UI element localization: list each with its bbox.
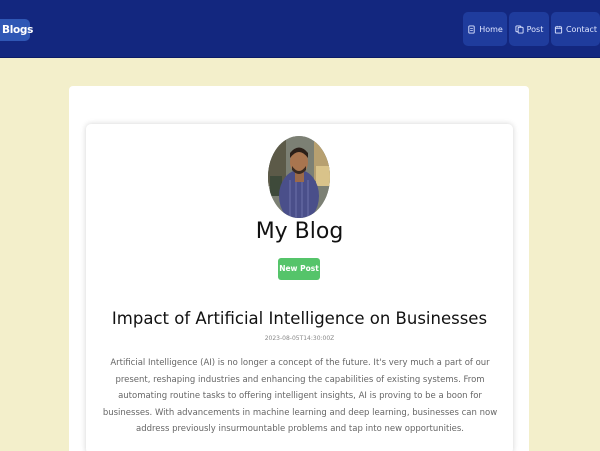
profile-photo [268,136,330,218]
nav-contact-label: Contact [565,24,598,34]
calendar-icon [554,25,563,34]
nav-home-label: Home [479,24,503,34]
nav-home-button[interactable]: Home [463,12,507,46]
nav-contact-button[interactable]: Contact [551,12,600,46]
page-title: My Blog [255,219,344,244]
post-title[interactable]: Impact of Artificial Intelligence on Bus… [86,306,513,332]
avatar [268,136,330,218]
new-post-button[interactable]: New Post [278,258,320,280]
document-icon [468,24,475,34]
copy-icon [515,24,524,34]
nav-post-button[interactable]: Post [509,12,549,46]
post-date: 2023-08-05T14:30:00Z [264,335,335,342]
nav-post-label: Post [526,24,544,34]
navbar: Blogs Home Post Contact [0,0,600,58]
brand-logo[interactable]: Blogs [0,19,33,41]
post-body: Artificial Intelligence (AI) is no longe… [102,358,498,434]
